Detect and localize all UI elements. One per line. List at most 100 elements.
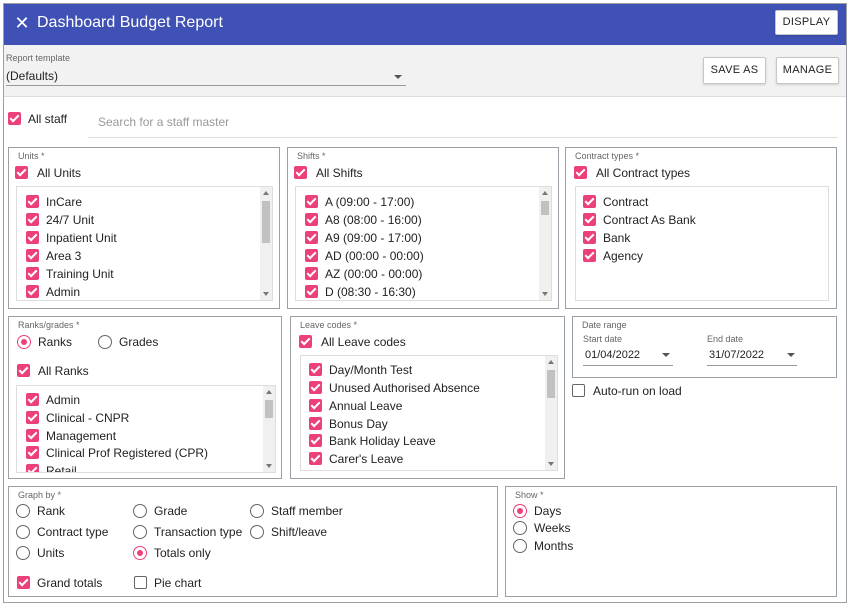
unit-checkbox[interactable] — [26, 213, 39, 226]
totals-only-radio[interactable] — [133, 546, 147, 560]
leave-codes-group: Leave codes * All Leave codes Day/Month … — [290, 316, 565, 479]
manage-button[interactable]: MANAGE — [776, 57, 839, 84]
scroll-thumb[interactable] — [541, 201, 549, 215]
scroll-up-icon[interactable] — [263, 191, 269, 195]
scroll-thumb[interactable] — [547, 370, 555, 398]
all-staff-checkbox[interactable] — [8, 112, 21, 125]
ranks-list[interactable]: Admin Clinical - CNPR Management Clinica… — [16, 385, 276, 473]
rank-checkbox[interactable] — [26, 393, 39, 406]
close-icon[interactable]: ✕ — [12, 13, 32, 33]
staff-search-input[interactable]: Search for a staff master — [98, 115, 229, 129]
leave-code-checkbox[interactable] — [309, 363, 322, 376]
leave-code-checkbox[interactable] — [309, 434, 322, 447]
date-range-group: Date range Start date 01/04/2022 End dat… — [572, 316, 837, 378]
template-select[interactable]: (Defaults) — [6, 69, 58, 83]
rank-checkbox[interactable] — [26, 411, 39, 424]
shift-checkbox[interactable] — [305, 195, 318, 208]
leave-code-label: Bonus Day — [329, 417, 388, 431]
chevron-down-icon[interactable] — [662, 353, 670, 357]
staff-member-option-label: Staff member — [271, 504, 343, 518]
units-list[interactable]: InCare 24/7 Unit Inpatient Unit Area 3 T… — [16, 186, 273, 301]
unit-checkbox[interactable] — [26, 285, 39, 298]
scroll-down-icon[interactable] — [263, 292, 269, 296]
pie-chart-checkbox[interactable] — [134, 576, 147, 589]
contract-type-checkbox[interactable] — [583, 195, 596, 208]
all-ranks-checkbox[interactable] — [17, 364, 30, 377]
pie-chart-label: Pie chart — [154, 576, 202, 590]
contract-types-list[interactable]: Contract Contract As Bank Bank Agency — [575, 186, 829, 301]
scroll-down-icon[interactable] — [266, 464, 272, 468]
grades-radio[interactable] — [98, 335, 112, 349]
weeks-option-label: Weeks — [534, 521, 571, 535]
unit-checkbox[interactable] — [26, 231, 39, 244]
chevron-down-icon[interactable] — [787, 353, 795, 357]
all-units-checkbox[interactable] — [15, 166, 28, 179]
leave-code-label: Day/Month Test — [329, 363, 413, 377]
shift-checkbox[interactable] — [305, 267, 318, 280]
scroll-down-icon[interactable] — [542, 292, 548, 296]
rank-checkbox[interactable] — [26, 464, 39, 472]
contract-type-checkbox[interactable] — [583, 213, 596, 226]
contract-type-label: Agency — [603, 249, 644, 263]
days-radio[interactable] — [513, 504, 527, 518]
scroll-up-icon[interactable] — [548, 360, 554, 364]
shift-checkbox[interactable] — [305, 285, 318, 298]
days-option-label: Days — [534, 504, 562, 518]
shifts-scrollbar[interactable] — [539, 187, 551, 300]
end-date-field[interactable]: 31/07/2022 — [709, 349, 764, 361]
all-shifts-checkbox[interactable] — [294, 166, 307, 179]
leave-codes-scrollbar[interactable] — [545, 356, 557, 470]
leave-codes-list[interactable]: Day/Month Test Unused Authorised Absence… — [300, 355, 558, 471]
shift-checkbox[interactable] — [305, 213, 318, 226]
start-date-field[interactable]: 01/04/2022 — [585, 349, 640, 361]
shift-label: A (09:00 - 17:00) — [325, 195, 415, 209]
weeks-radio[interactable] — [513, 521, 527, 535]
scroll-down-icon[interactable] — [548, 462, 554, 466]
leave-code-checkbox[interactable] — [309, 417, 322, 430]
all-contract-types-checkbox[interactable] — [574, 166, 587, 179]
all-contract-types-label: All Contract types — [596, 166, 691, 180]
leave-code-checkbox[interactable] — [309, 452, 322, 465]
auto-run-label: Auto-run on load — [593, 384, 682, 398]
scroll-thumb[interactable] — [262, 201, 270, 243]
rank-checkbox[interactable] — [26, 429, 39, 442]
shift-leave-radio[interactable] — [250, 525, 264, 539]
template-label: Report template — [6, 53, 71, 63]
template-toolbar: Report template (Defaults) SAVE AS MANAG… — [4, 45, 846, 97]
auto-run-checkbox[interactable] — [572, 384, 585, 397]
unit-checkbox[interactable] — [26, 195, 39, 208]
scroll-thumb[interactable] — [265, 400, 273, 418]
rank-checkbox[interactable] — [26, 446, 39, 459]
header-bar: ✕ Dashboard Budget Report DISPLAY — [4, 4, 846, 45]
scroll-up-icon[interactable] — [542, 191, 548, 195]
save-as-button[interactable]: SAVE AS — [703, 57, 766, 84]
transaction-type-radio[interactable] — [133, 525, 147, 539]
grade-radio[interactable] — [133, 504, 147, 518]
contract-type-checkbox[interactable] — [583, 249, 596, 262]
staff-member-radio[interactable] — [250, 504, 264, 518]
scroll-up-icon[interactable] — [266, 390, 272, 394]
rank-radio[interactable] — [16, 504, 30, 518]
ranks-radio[interactable] — [17, 335, 31, 349]
shift-checkbox[interactable] — [305, 231, 318, 244]
all-leave-codes-checkbox[interactable] — [299, 335, 312, 348]
shift-checkbox[interactable] — [305, 249, 318, 262]
months-radio[interactable] — [513, 539, 527, 553]
units-radio[interactable] — [16, 546, 30, 560]
units-scrollbar[interactable] — [260, 187, 272, 300]
unit-checkbox[interactable] — [26, 249, 39, 262]
start-date-label: Start date — [583, 334, 623, 344]
leave-code-checkbox[interactable] — [309, 399, 322, 412]
all-units-label: All Units — [37, 166, 82, 180]
ranks-scrollbar[interactable] — [263, 386, 275, 472]
display-button[interactable]: DISPLAY — [775, 10, 838, 35]
unit-checkbox[interactable] — [26, 267, 39, 280]
leave-code-checkbox[interactable] — [309, 381, 322, 394]
chevron-down-icon[interactable] — [394, 75, 402, 79]
grand-totals-checkbox[interactable] — [17, 576, 30, 589]
shifts-list[interactable]: A (09:00 - 17:00) A8 (08:00 - 16:00) A9 … — [295, 186, 552, 301]
template-underline — [6, 85, 406, 86]
contract-type-checkbox[interactable] — [583, 231, 596, 244]
contract-type-radio[interactable] — [16, 525, 30, 539]
unit-label: 24/7 Unit — [46, 213, 95, 227]
